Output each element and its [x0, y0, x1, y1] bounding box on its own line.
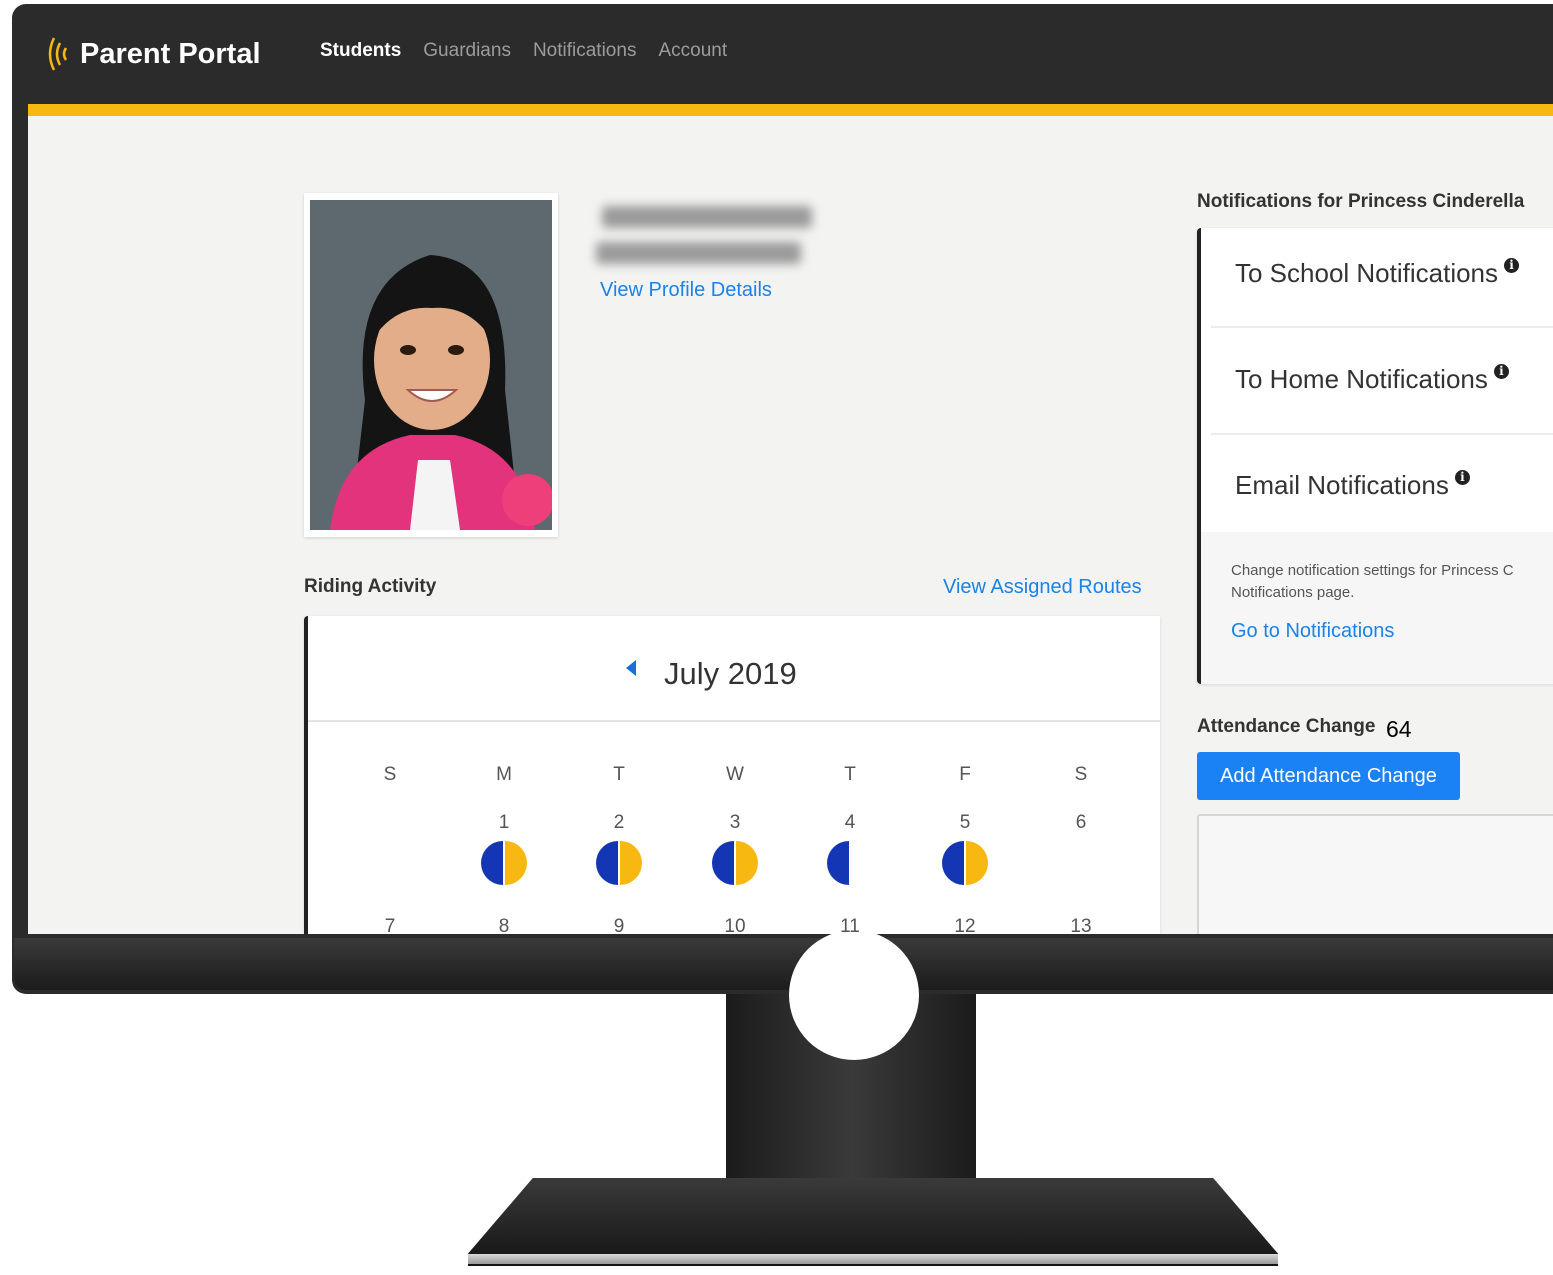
nav-account[interactable]: Account	[658, 40, 727, 62]
accent-strip	[28, 104, 1553, 116]
to-home-notifications-label: To Home Notifications	[1235, 364, 1488, 394]
weekday-label: W	[726, 764, 744, 785]
to-home-ride-mark	[620, 841, 642, 885]
monitor-stand-base	[468, 1178, 1278, 1266]
calendar-day[interactable]: 2	[589, 812, 649, 834]
change-settings-text-line-1: Change notification settings for Princes…	[1231, 562, 1514, 579]
change-settings-text-line-2: Notifications page.	[1231, 584, 1355, 601]
to-school-ride-mark	[712, 841, 734, 885]
monitor-screen: Parent Portal Students Guardians Notific…	[28, 6, 1553, 934]
email-notifications-row[interactable]: Email Notifications i	[1235, 470, 1470, 501]
weekday-label: S	[383, 764, 397, 785]
student-name-redacted	[602, 206, 812, 228]
to-school-ride-mark	[481, 841, 503, 885]
notification-settings-area: Change notification settings for Princes…	[1201, 532, 1553, 684]
ride-indicator-icon	[596, 841, 642, 885]
weekday-label: F	[959, 764, 971, 785]
calendar-day[interactable]: 13	[1051, 916, 1111, 934]
change-settings-text: Change notification settings for Princes…	[1231, 560, 1553, 604]
calendar-day[interactable]: 9	[589, 916, 649, 934]
notifications-heading: Notifications for Princess Cinderella	[1197, 191, 1525, 212]
riding-calendar: July 2019 S M T W T F S 1 2 3 4 5 6 7 8 9 10 11 12 13	[304, 616, 1160, 934]
calendar-day[interactable]: 4	[820, 812, 880, 834]
calendar-day[interactable]: 6	[1051, 812, 1111, 834]
ride-indicator-icon	[942, 841, 988, 885]
to-school-ride-mark	[827, 841, 849, 885]
attendance-list	[1197, 814, 1553, 934]
to-home-ride-mark	[736, 841, 758, 885]
nav-notifications[interactable]: Notifications	[533, 40, 637, 62]
student-grade-redacted	[596, 242, 801, 264]
ride-indicator-icon	[712, 841, 758, 885]
view-assigned-routes-link[interactable]: View Assigned Routes	[943, 576, 1142, 599]
to-home-ride-mark	[505, 841, 527, 885]
to-school-ride-mark	[596, 841, 618, 885]
riding-activity-heading: Riding Activity	[304, 576, 437, 597]
brand-name: Parent Portal	[80, 37, 261, 70]
to-school-ride-mark	[942, 841, 964, 885]
info-icon[interactable]: i	[1504, 258, 1520, 273]
ride-indicator-icon	[827, 841, 849, 885]
view-profile-details-link[interactable]: View Profile Details	[600, 279, 772, 302]
student-photo-frame	[304, 193, 558, 537]
weekday-label: S	[1074, 764, 1088, 785]
calendar-day[interactable]: 7	[360, 916, 420, 934]
monitor-chin	[14, 938, 1553, 990]
go-to-notifications-link[interactable]: Go to Notifications	[1231, 620, 1394, 643]
add-attendance-change-button[interactable]: Add Attendance Change	[1197, 752, 1460, 800]
to-home-notifications-row[interactable]: To Home Notifications i	[1235, 364, 1509, 395]
logo[interactable]: Parent Portal	[44, 34, 261, 74]
weekday-label: T	[613, 764, 625, 785]
calendar-day[interactable]: 8	[474, 916, 534, 934]
previous-month-arrow-icon[interactable]	[626, 660, 636, 676]
email-notifications-label: Email Notifications	[1235, 470, 1449, 500]
calendar-day[interactable]: 5	[935, 812, 995, 834]
to-school-notifications-label: To School Notifications	[1235, 258, 1499, 288]
monitor-stand-cutout	[789, 930, 919, 1060]
ride-indicator-icon	[481, 841, 527, 885]
calendar-day[interactable]: 3	[705, 812, 765, 834]
weekday-label: T	[844, 764, 856, 785]
monitor-stand-base-edge	[468, 1254, 1278, 1264]
calendar-header: July 2019	[308, 616, 1160, 722]
signal-waves-icon	[48, 37, 68, 71]
divider	[1211, 326, 1553, 328]
calendar-month-label: July 2019	[664, 656, 797, 691]
to-home-ride-mark	[966, 841, 988, 885]
nav-guardians[interactable]: Guardians	[423, 40, 511, 62]
top-navbar: Parent Portal Students Guardians Notific…	[28, 6, 1553, 104]
main-nav: Students Guardians Notifications Account	[320, 40, 727, 62]
divider	[1211, 433, 1553, 435]
info-icon[interactable]: i	[1454, 470, 1470, 485]
student-photo	[310, 200, 552, 530]
nav-students[interactable]: Students	[320, 40, 401, 62]
notifications-panel: To School Notifications i To Home Notific…	[1197, 228, 1553, 684]
calendar-day[interactable]: 10	[705, 916, 765, 934]
calendar-day[interactable]: 1	[474, 812, 534, 834]
calendar-day[interactable]: 11	[820, 916, 880, 934]
info-icon[interactable]: i	[1493, 364, 1509, 379]
to-school-notifications-row[interactable]: To School Notifications i	[1235, 258, 1520, 289]
calendar-day[interactable]: 12	[935, 916, 995, 934]
weekday-label: M	[496, 764, 512, 785]
attendance-count: 64	[1386, 716, 1412, 742]
attendance-changes-heading: Attendance Change	[1197, 716, 1376, 737]
